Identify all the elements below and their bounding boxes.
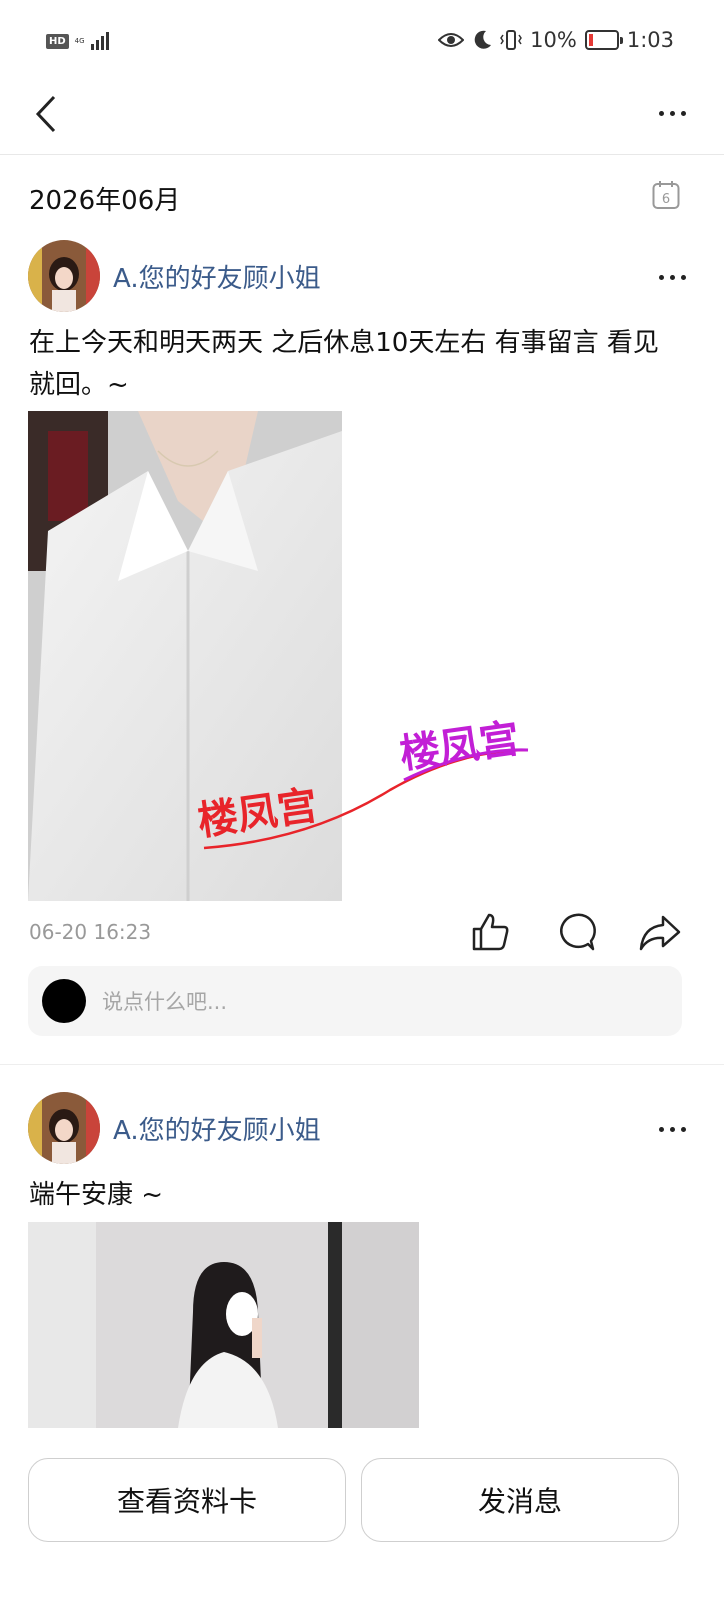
comment-placeholder: 说点什么吧... xyxy=(102,990,228,1014)
post-photo[interactable] xyxy=(28,1222,419,1428)
more-button[interactable] xyxy=(652,98,692,128)
moon-icon xyxy=(474,30,492,49)
comment-input[interactable]: 说点什么吧... xyxy=(28,966,682,1036)
signal-icon xyxy=(90,32,109,50)
status-right: 10% 1:03 xyxy=(438,28,674,52)
more-horizontal-icon xyxy=(652,1114,692,1144)
watermark-text-purple: 楼凤宫 xyxy=(397,716,522,778)
vibrate-icon xyxy=(500,30,523,50)
post-text: 在上今天和明天两天 之后休息10天左右 有事留言 看见就回。~ xyxy=(29,328,659,400)
post-author[interactable]: A.您的好友顾小姐 xyxy=(113,258,321,295)
hd-badge: HD xyxy=(46,33,69,49)
watermark: 楼凤宫 楼凤宫 xyxy=(195,716,529,850)
top-nav xyxy=(0,86,724,155)
calendar-day: 6 xyxy=(662,192,670,207)
more-horizontal-icon xyxy=(652,262,692,292)
back-button[interactable] xyxy=(30,90,70,140)
post-text: 端午安康 ~ xyxy=(29,1180,164,1210)
post-more-button[interactable] xyxy=(652,1114,692,1144)
post-timestamp: 06-20 16:23 xyxy=(29,920,152,944)
view-profile-card-button[interactable]: 查看资料卡 xyxy=(28,1458,346,1542)
thumbs-up-icon xyxy=(472,913,509,951)
like-button[interactable] xyxy=(470,911,512,953)
battery-icon xyxy=(584,30,623,50)
network-label: 4G xyxy=(74,37,85,45)
eye-icon xyxy=(438,33,465,47)
share-button[interactable] xyxy=(638,911,682,953)
post-author[interactable]: A.您的好友顾小姐 xyxy=(113,1110,321,1147)
post-photo-image xyxy=(28,1222,419,1428)
send-message-button[interactable]: 发消息 xyxy=(361,1458,679,1542)
post-more-button[interactable] xyxy=(652,262,692,292)
chevron-left-icon xyxy=(35,95,56,133)
avatar-image xyxy=(28,1092,100,1164)
month-header: 2026年06月 xyxy=(29,186,181,216)
avatar[interactable] xyxy=(28,1092,100,1164)
share-arrow-icon xyxy=(639,915,681,951)
more-horizontal-icon xyxy=(652,98,692,128)
calendar-icon: 6 xyxy=(652,181,680,209)
avatar[interactable] xyxy=(28,240,100,312)
status-left: HD 4G xyxy=(46,32,109,50)
user-avatar xyxy=(42,979,86,1023)
comment-icon xyxy=(560,913,596,951)
bottom-action-bar: 查看资料卡 发消息 xyxy=(0,1428,724,1600)
network-indicator: 4G xyxy=(75,37,85,45)
watermark-text-red: 楼凤宫 xyxy=(195,783,320,845)
clock: 1:03 xyxy=(626,28,674,52)
post-divider xyxy=(0,1064,724,1065)
calendar-button[interactable]: 6 xyxy=(652,180,680,210)
avatar-image xyxy=(28,240,100,312)
comment-button[interactable] xyxy=(555,911,597,953)
status-bar: HD 4G 10% 1:03 xyxy=(0,0,724,86)
battery-percent: 10% xyxy=(530,28,577,52)
